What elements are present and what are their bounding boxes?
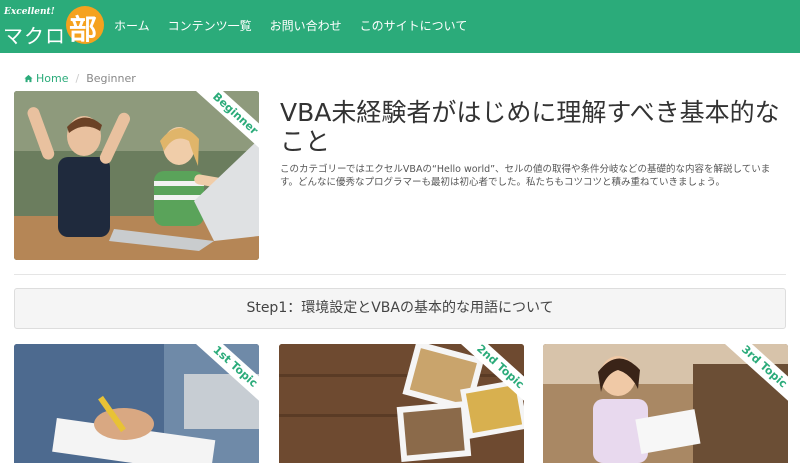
step-heading: Step1：環境設定とVBAの基本的な用語について — [14, 288, 786, 329]
breadcrumb-current: Beginner — [86, 72, 136, 85]
nav-menu: ホーム コンテンツ一覧 お問い合わせ このサイトについて — [114, 17, 485, 34]
page-description: このカテゴリーではエクセルVBAの“Hello world”、セルの値の取得や条… — [280, 164, 771, 188]
home-icon — [24, 74, 33, 83]
nav-contact[interactable]: お問い合わせ — [270, 17, 342, 34]
nav-about[interactable]: このサイトについて — [360, 17, 468, 34]
page-title: VBA未経験者がはじめに理解すべき基本的なこと — [280, 98, 780, 156]
topic-card-1[interactable]: 1st Topic — [14, 344, 259, 463]
kids-laptop-photo — [14, 91, 259, 260]
logo-bu-glyph: 部 — [69, 13, 98, 46]
topic-card-2[interactable]: 2nd Topic — [279, 344, 524, 463]
logo-text: マクロ — [3, 24, 66, 48]
nav-home[interactable]: ホーム — [114, 17, 150, 34]
nav-contents[interactable]: コンテンツ一覧 — [168, 17, 252, 34]
section-divider — [14, 274, 786, 275]
breadcrumb-separator: / — [75, 72, 80, 85]
site-logo[interactable]: Excellent! マクロ 部 — [3, 4, 105, 50]
breadcrumb-home[interactable]: Home — [24, 72, 68, 85]
breadcrumb-home-label: Home — [36, 72, 69, 85]
logo-tagline: Excellent! — [4, 7, 55, 17]
breadcrumb: Home / Beginner — [24, 72, 136, 85]
hero-image: Beginner — [14, 91, 259, 260]
topic-card-3[interactable]: 3rd Topic — [543, 344, 788, 463]
top-navbar: Excellent! マクロ 部 ホーム コンテンツ一覧 お問い合わせ このサイ… — [0, 0, 800, 53]
